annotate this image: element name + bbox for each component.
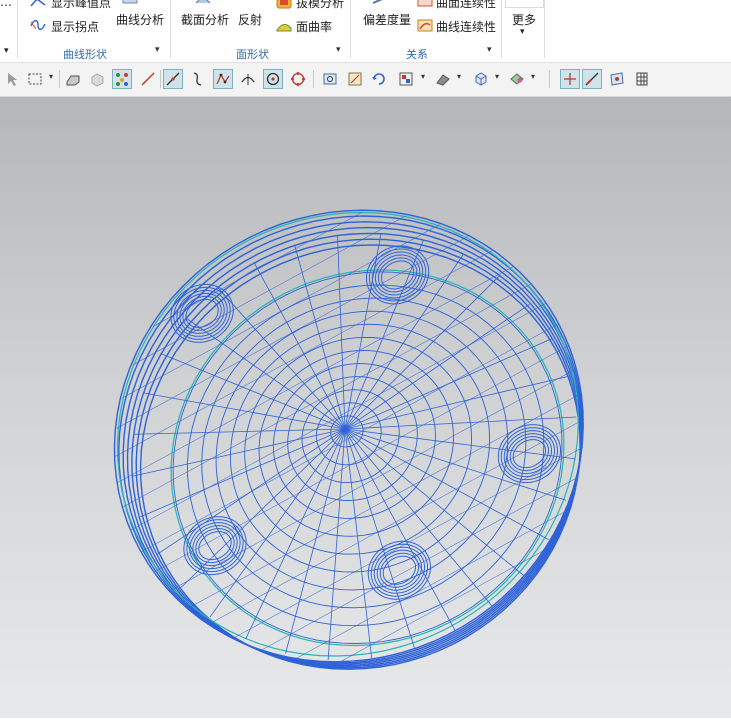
render-style-caret[interactable]: ▾: [531, 72, 535, 81]
face-shape-group-caret[interactable]: ▾: [336, 45, 341, 55]
section-analysis-icon: [195, 0, 211, 8]
zoom-fit-icon[interactable]: [320, 69, 340, 89]
curve-shape-group-label: 曲线形状: [63, 48, 107, 61]
cube-view-icon[interactable]: [471, 69, 491, 89]
relation-group-caret[interactable]: ▾: [487, 45, 492, 55]
curve-shape-group-caret[interactable]: ▾: [155, 45, 160, 55]
show-snap-icon[interactable]: [112, 69, 132, 89]
line-icon[interactable]: [138, 69, 158, 89]
grid-icon[interactable]: [632, 69, 652, 89]
curve-analysis-icon: [122, 0, 138, 8]
cube-view-caret[interactable]: ▾: [495, 72, 499, 81]
more-caret[interactable]: ▾: [520, 27, 525, 37]
wireframe-model[interactable]: [0, 97, 731, 718]
center-point-icon[interactable]: [263, 69, 283, 89]
group-divider: [544, 0, 545, 58]
section-analysis-button[interactable]: 截面分析: [181, 11, 229, 28]
radial-line: [133, 428, 346, 435]
grid-line: [336, 548, 547, 664]
line-tool-icon[interactable]: [163, 69, 183, 89]
pocket-ring: [195, 528, 235, 564]
group-divider: [170, 0, 171, 58]
radial-line: [344, 303, 530, 430]
selection-toolbar: ▾ ▾ ▾ ▾ ▾: [0, 63, 731, 97]
relation-group-label: 关系: [406, 48, 428, 61]
grid-line: [132, 215, 406, 366]
grid-line: [259, 477, 578, 652]
face-continuity-item[interactable]: 曲面连续性: [436, 0, 496, 11]
face-continuity-icon: [417, 0, 433, 9]
toolbar-divider: [313, 70, 314, 88]
radial-line: [344, 275, 500, 430]
face-curvature-icon: [276, 20, 292, 34]
radial-line: [344, 428, 524, 576]
ribbon: … ▾ 显示峰值点 显示拐点 曲线分析 曲线形状 ▾ 截面分析 反射 拔模分析 …: [0, 0, 731, 63]
pocket-ring: [512, 439, 546, 469]
reflection-button[interactable]: 反射: [238, 11, 262, 28]
deviation-measure-button[interactable]: 偏差度量: [363, 11, 411, 28]
intersection-icon[interactable]: [238, 69, 258, 89]
pocket-ring: [503, 430, 555, 478]
shaded-icon[interactable]: [87, 69, 107, 89]
more-top-frame: [505, 0, 544, 8]
layer-icon[interactable]: [396, 69, 416, 89]
ribbon-partial-text: …: [0, 0, 12, 9]
crosshair-icon[interactable]: [560, 69, 580, 89]
inflection-icon: [30, 19, 46, 33]
edit-object-icon[interactable]: [433, 69, 453, 89]
toolbar-divider: [549, 70, 550, 88]
pocket-ring: [373, 546, 425, 594]
curve-continuity-item[interactable]: 曲线连续性: [436, 18, 496, 35]
face-curvature-item[interactable]: 面曲率: [296, 18, 332, 35]
box-select-caret[interactable]: ▾: [49, 72, 53, 81]
curve-continuity-icon: [417, 19, 433, 33]
view-icon[interactable]: [345, 69, 365, 89]
toolbar-divider: [59, 70, 60, 88]
curve-points-icon[interactable]: [213, 69, 233, 89]
face-shape-group-label: 面形状: [236, 48, 269, 61]
show-peak-points-item[interactable]: 显示峰值点: [51, 0, 111, 11]
deviation-icon: [372, 0, 388, 8]
radial-line: [344, 428, 373, 659]
draft-analysis-item[interactable]: 拔模分析: [296, 0, 344, 11]
group-divider: [501, 0, 502, 58]
snap-line-icon[interactable]: [582, 69, 602, 89]
select-arrow-icon[interactable]: [3, 69, 23, 89]
layer-caret[interactable]: ▾: [421, 72, 425, 81]
toolbar-divider: [160, 70, 161, 88]
peak-point-icon: [30, 0, 46, 10]
shaded-edges-icon[interactable]: [63, 69, 83, 89]
rotate-icon[interactable]: [369, 69, 389, 89]
radial-line: [143, 392, 346, 430]
show-inflection-item[interactable]: 显示拐点: [51, 18, 99, 35]
radial-line: [344, 233, 382, 430]
pocket-ring: [500, 427, 558, 481]
graphics-viewport[interactable]: [0, 97, 731, 718]
pocket-ring: [370, 543, 428, 597]
pocket-ring: [382, 555, 416, 585]
group-divider: [17, 0, 18, 58]
grid-line: [130, 303, 547, 531]
box-select-icon[interactable]: [25, 69, 45, 89]
radial-line: [132, 428, 346, 477]
prev-group-caret[interactable]: ▾: [4, 46, 9, 56]
quadrant-point-icon[interactable]: [288, 69, 308, 89]
grid-line: [140, 323, 559, 553]
more-button[interactable]: 更多: [512, 11, 536, 28]
curve-icon[interactable]: [188, 69, 208, 89]
edit-object-caret[interactable]: ▾: [457, 72, 461, 81]
curve-analysis-button[interactable]: 曲线分析: [116, 11, 164, 28]
render-style-icon[interactable]: [507, 69, 527, 89]
perspective-icon[interactable]: [607, 69, 627, 89]
radial-line: [344, 428, 576, 460]
group-divider: [350, 0, 351, 58]
draft-analysis-icon: [276, 0, 292, 10]
radial-line: [344, 375, 569, 430]
